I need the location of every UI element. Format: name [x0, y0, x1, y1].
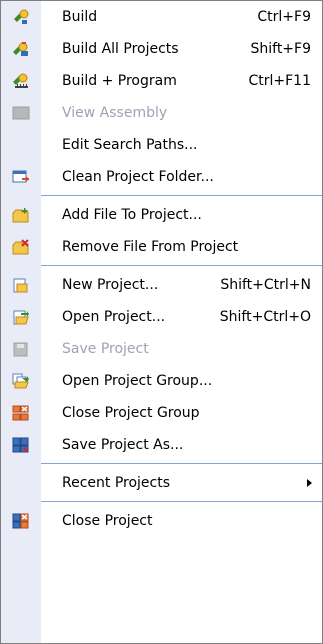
menu-item-open-project[interactable]: Open Project... Shift+Ctrl+O: [1, 301, 322, 333]
menu-item-label: Add File To Project...: [62, 207, 202, 223]
menu-item-clean-project-folder[interactable]: Clean Project Folder...: [1, 161, 322, 193]
menu-item-label: Open Project Group...: [62, 373, 213, 389]
menu-item-shortcut: Shift+F9: [250, 41, 311, 57]
menu-item-label: Recent Projects: [62, 475, 171, 491]
menu-item-shortcut: Ctrl+F11: [248, 73, 311, 89]
view-assembly-icon: [12, 105, 30, 121]
save-as-icon: [12, 437, 30, 453]
build-all-icon: [12, 41, 30, 57]
submenu-arrow-icon: [307, 479, 312, 487]
menu-item-build-program[interactable]: Build + Program Ctrl+F11: [1, 65, 322, 97]
menu-item-shortcut: Ctrl+F9: [257, 9, 311, 25]
menu-item-build-all-projects[interactable]: Build All Projects Shift+F9: [1, 33, 322, 65]
menu-item-label: Open Project...: [62, 309, 166, 325]
menu-item-open-project-group[interactable]: Open Project Group...: [1, 365, 322, 397]
menu-item-view-assembly: View Assembly: [1, 97, 322, 129]
open-project-icon: [12, 309, 30, 325]
menu-separator: [41, 195, 322, 196]
close-group-icon: [12, 405, 30, 421]
menu-item-close-project-group[interactable]: Close Project Group: [1, 397, 322, 429]
add-file-icon: [12, 207, 30, 223]
close-project-icon: [12, 513, 30, 529]
clean-folder-icon: [12, 169, 30, 185]
menu-item-label: Close Project Group: [62, 405, 200, 421]
menu-item-remove-file-from-project[interactable]: Remove File From Project: [1, 231, 322, 263]
build-icon: [12, 9, 30, 25]
save-project-icon: [12, 341, 30, 357]
menu-item-edit-search-paths[interactable]: Edit Search Paths...: [1, 129, 322, 161]
menu-item-close-project[interactable]: Close Project: [1, 505, 322, 537]
menu-separator: [41, 501, 322, 502]
menu-item-label: Close Project: [62, 513, 153, 529]
menu-separator: [41, 463, 322, 464]
menu-separator: [41, 265, 322, 266]
menu-item-shortcut: Shift+Ctrl+N: [220, 277, 311, 293]
build-program-icon: [12, 73, 30, 89]
menu-item-label: Build + Program: [62, 73, 177, 89]
menu-item-label: Save Project: [62, 341, 149, 357]
new-project-icon: [12, 277, 30, 293]
menu-item-label: Save Project As...: [62, 437, 184, 453]
menu-item-label: Clean Project Folder...: [62, 169, 214, 185]
menu-item-recent-projects[interactable]: Recent Projects: [1, 467, 322, 499]
menu-item-save-project: Save Project: [1, 333, 322, 365]
menu-item-label: New Project...: [62, 277, 159, 293]
menu-item-label: Build All Projects: [62, 41, 179, 57]
menu-item-label: Remove File From Project: [62, 239, 239, 255]
remove-file-icon: [12, 239, 30, 255]
project-menu: Build Ctrl+F9 Build All Projects Shift+F…: [0, 0, 323, 644]
menu-item-label: Build: [62, 9, 98, 25]
menu-item-new-project[interactable]: New Project... Shift+Ctrl+N: [1, 269, 322, 301]
menu-item-build[interactable]: Build Ctrl+F9: [1, 1, 322, 33]
open-group-icon: [12, 373, 30, 389]
menu-item-shortcut: Shift+Ctrl+O: [219, 309, 311, 325]
menu-item-save-project-as[interactable]: Save Project As...: [1, 429, 322, 461]
menu-item-add-file-to-project[interactable]: Add File To Project...: [1, 199, 322, 231]
menu-item-label: View Assembly: [62, 105, 168, 121]
menu-item-label: Edit Search Paths...: [62, 137, 198, 153]
